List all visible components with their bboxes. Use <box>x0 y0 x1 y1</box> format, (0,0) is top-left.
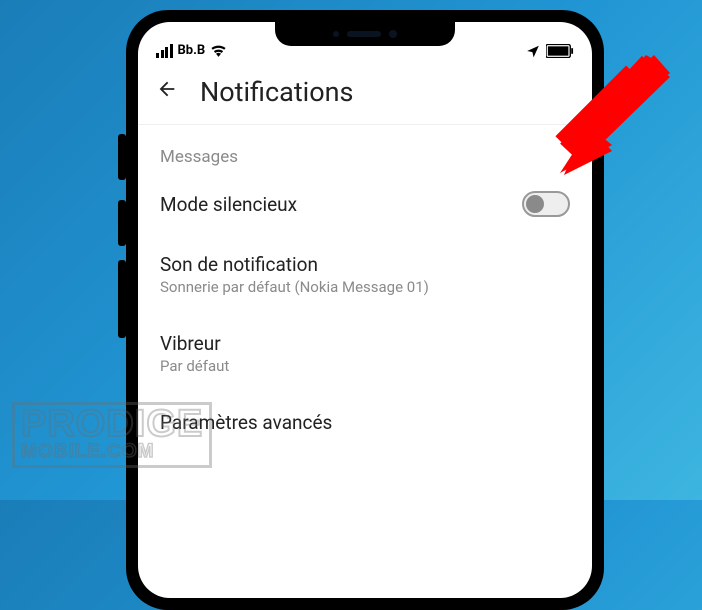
phone-frame: Bb.B Notifications Messages Mode silenci… <box>126 10 604 610</box>
phone-side-button <box>118 260 126 338</box>
battery-icon <box>546 44 574 58</box>
setting-subtitle: Sonnerie par défaut (Nokia Message 01) <box>160 278 570 296</box>
toggle-knob <box>526 195 544 213</box>
setting-subtitle: Par défaut <box>160 357 570 375</box>
setting-silent-mode[interactable]: Mode silencieux <box>138 173 592 235</box>
page-title: Notifications <box>200 76 353 108</box>
setting-title: Paramètres avancés <box>160 411 570 434</box>
phone-side-button <box>118 200 126 246</box>
setting-title: Vibreur <box>160 332 570 355</box>
silent-mode-toggle[interactable] <box>522 191 570 217</box>
page-header: Notifications <box>138 62 592 125</box>
back-button[interactable] <box>156 78 178 106</box>
setting-title: Son de notification <box>160 253 570 276</box>
arrow-left-icon <box>156 78 178 100</box>
location-icon <box>526 44 540 58</box>
setting-vibrate[interactable]: Vibreur Par défaut <box>138 314 592 393</box>
signal-icon <box>156 44 173 58</box>
phone-screen: Bb.B Notifications Messages Mode silenci… <box>138 22 592 598</box>
section-label: Messages <box>138 125 592 173</box>
setting-title: Mode silencieux <box>160 193 522 216</box>
wifi-icon <box>210 44 227 57</box>
phone-notch <box>275 22 455 46</box>
watermark-line1: PRODIGE <box>21 407 203 441</box>
phone-side-button <box>118 134 126 180</box>
setting-notification-sound[interactable]: Son de notification Sonnerie par défaut … <box>138 235 592 314</box>
watermark: PRODIGE MOBILE.COM <box>12 402 212 468</box>
carrier-label: Bb.B <box>178 43 206 58</box>
